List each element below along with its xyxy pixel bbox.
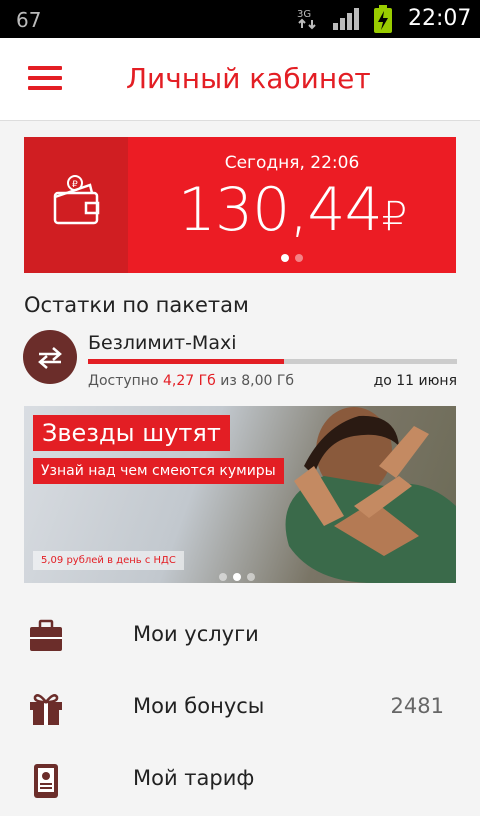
page-dot[interactable]: [281, 254, 289, 262]
network-label: 3G: [297, 9, 311, 20]
of-label: из: [220, 373, 237, 389]
available-value: 4,27 Гб: [162, 373, 216, 389]
status-bar: 67 3G 22:07: [0, 0, 480, 38]
signal-icon: [333, 8, 359, 30]
currency-symbol: ₽: [381, 194, 407, 240]
menu-item-badge: 2481: [390, 694, 444, 718]
banner-page-indicator: [216, 568, 258, 583]
package-progress-bar: [88, 359, 457, 364]
svg-text:₽: ₽: [72, 180, 78, 190]
balance-card[interactable]: ₽ Сегодня, 22:06 130,44₽: [24, 137, 456, 273]
menu-item-label: Мой тариф: [133, 766, 255, 790]
package-progress-fill: [88, 359, 284, 364]
wallet-icon: ₽: [53, 175, 100, 225]
menu-item-tariff[interactable]: Мой тариф: [0, 744, 480, 816]
balance-page-indicator: [128, 249, 456, 267]
clock: 22:07: [408, 6, 472, 31]
balance-main: Сегодня, 22:06 130,44₽: [128, 137, 456, 273]
page-dot[interactable]: [219, 573, 227, 581]
status-number: 67: [16, 8, 42, 32]
menu-item-services[interactable]: Мои услуги: [0, 600, 480, 672]
battery-charging-icon: [374, 5, 392, 33]
menu-item-label: Мои услуги: [133, 622, 259, 646]
available-label: Доступно: [88, 373, 159, 389]
package-icon[interactable]: [23, 330, 77, 384]
hamburger-menu-icon[interactable]: [28, 66, 62, 92]
exchange-arrows-icon: [38, 347, 62, 369]
page-dot[interactable]: [295, 254, 303, 262]
promo-banner[interactable]: Звезды шутят Узнай над чем смеются кумир…: [24, 406, 456, 583]
packages-section-title: Остатки по пакетам: [24, 293, 249, 317]
wallet-button[interactable]: ₽: [24, 137, 128, 273]
menu-item-label: Мои бонусы: [133, 694, 265, 718]
balance-value: 130,44: [177, 175, 383, 245]
page-dot[interactable]: [233, 573, 241, 581]
banner-subheadline: Узнай над чем смеются кумиры: [33, 458, 284, 484]
total-value: 8,00 Гб: [241, 373, 295, 389]
balance-amount: 130,44₽: [128, 175, 456, 245]
banner-price-note: 5,09 рублей в день с НДС: [33, 551, 184, 570]
page-dot[interactable]: [247, 573, 255, 581]
gift-icon: [30, 694, 62, 725]
app-bar: Личный кабинет: [0, 38, 480, 121]
page-title: Личный кабинет: [126, 62, 371, 95]
tariff-icon: [34, 764, 58, 798]
banner-headline: Звезды шутят: [33, 415, 230, 451]
network-3g-icon: 3G: [297, 9, 316, 30]
menu-item-bonuses[interactable]: Мои бонусы 2481: [0, 672, 480, 744]
package-name[interactable]: Безлимит-Maxi: [88, 332, 236, 354]
balance-date: Сегодня, 22:06: [224, 153, 360, 173]
briefcase-icon: [30, 619, 62, 651]
package-until-date: до 11 июня: [373, 373, 457, 389]
package-info: Доступно 4,27 Гб из 8,00 Гб: [88, 373, 294, 389]
